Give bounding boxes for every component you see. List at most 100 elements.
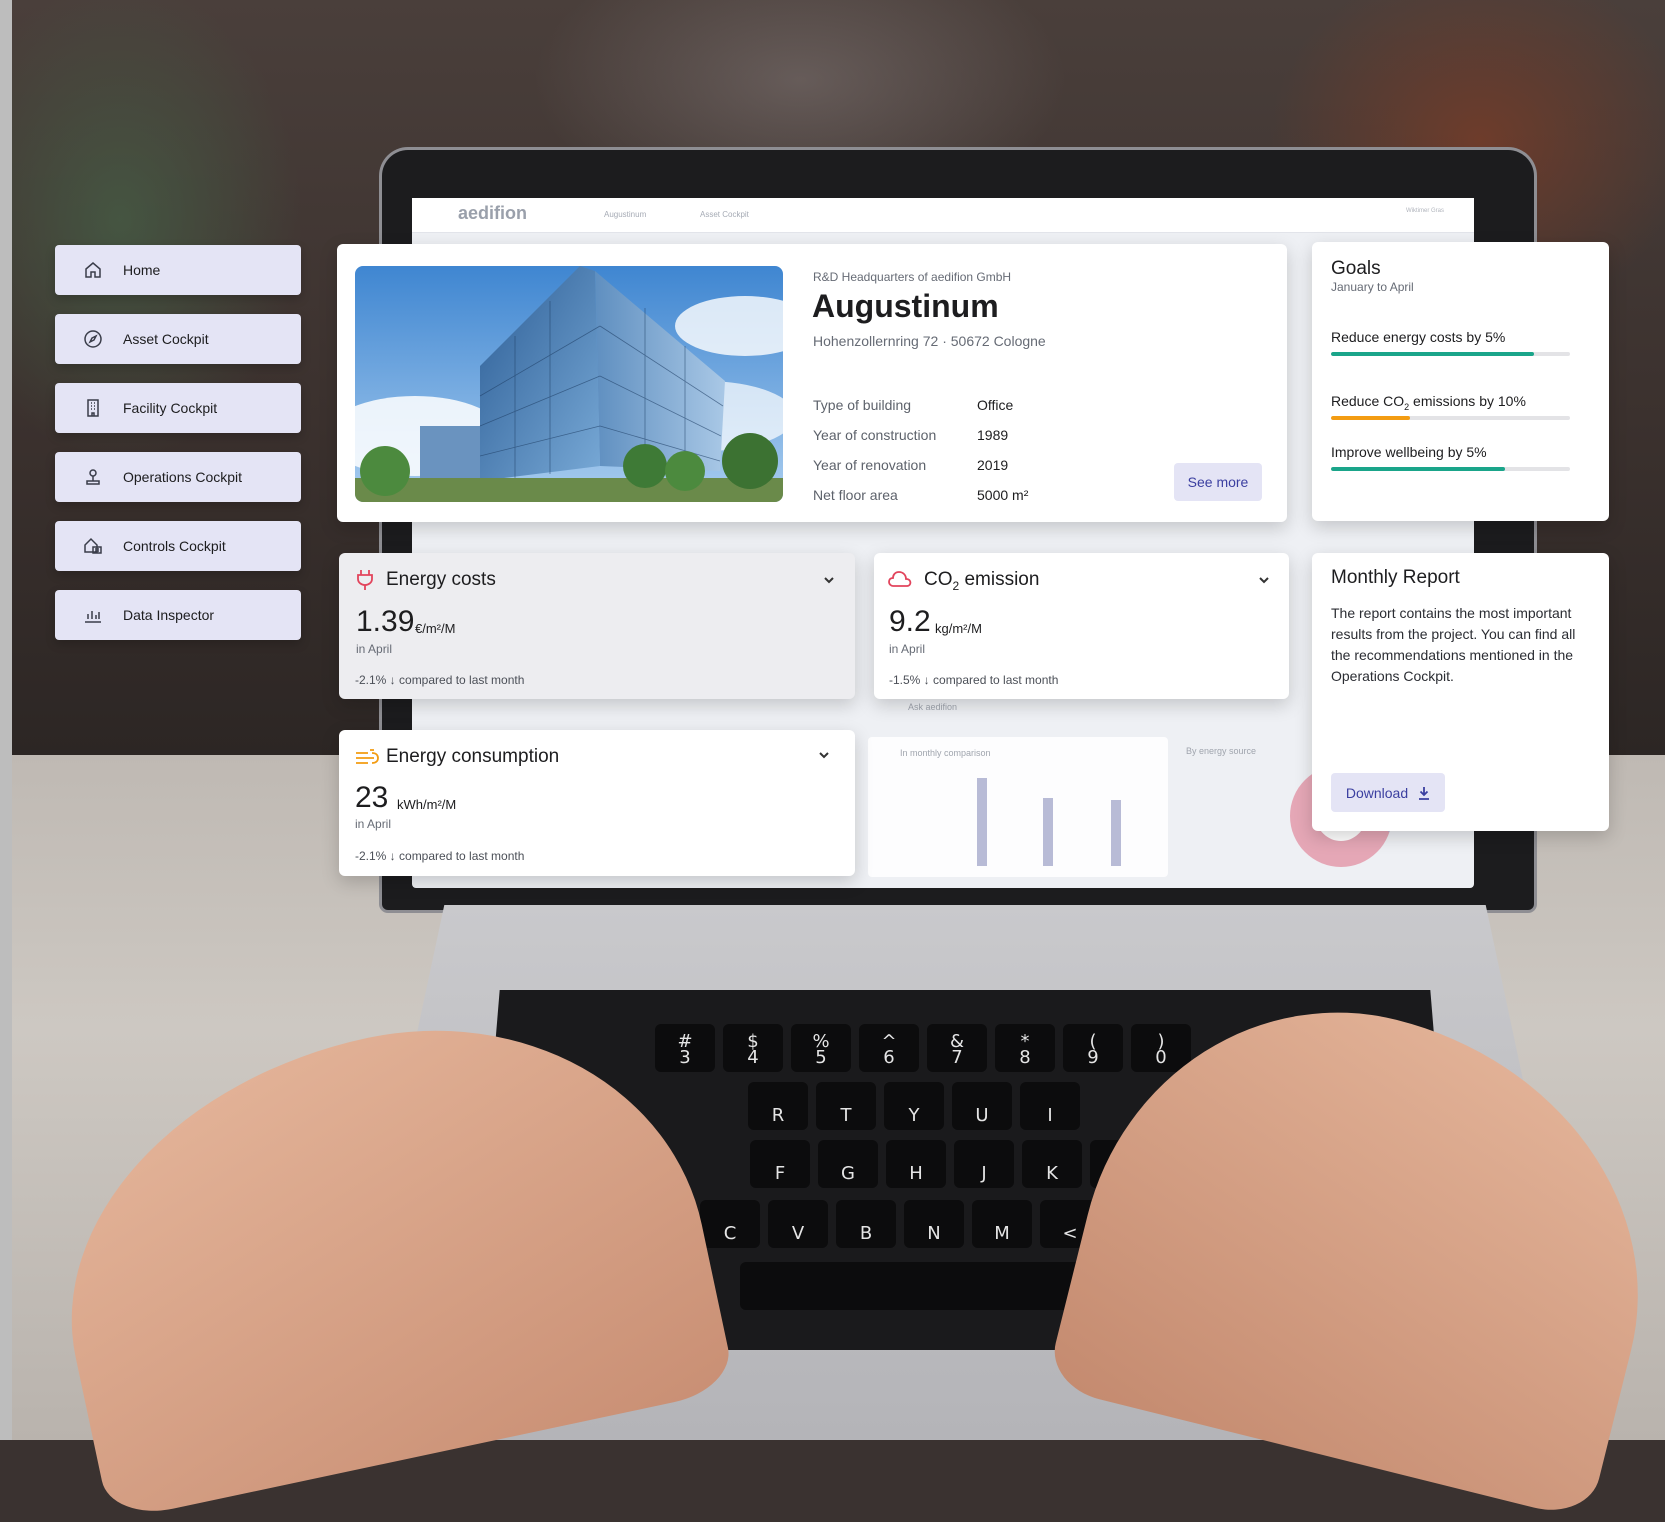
sidebar-item-operations-cockpit[interactable]: Operations Cockpit [55, 452, 301, 502]
keyboard-key: F [750, 1140, 810, 1188]
sidebar-item-data-inspector[interactable]: Data Inspector [55, 590, 301, 640]
goal-progress-track [1331, 467, 1570, 471]
goal-label: Improve wellbeing by 5% [1331, 444, 1487, 460]
keyboard-key: # 3 [655, 1024, 715, 1072]
energy-consumption-period: in April [355, 817, 392, 831]
screen-topbar [412, 198, 1474, 233]
keyboard-key: ) 0 [1131, 1024, 1191, 1072]
property-label: Net floor area [813, 487, 898, 503]
cloud-icon [887, 569, 913, 594]
sidebar-item-facility-cockpit[interactable]: Facility Cockpit [55, 383, 301, 433]
operator-icon [77, 467, 109, 487]
building-photo [355, 266, 783, 502]
keyboard-key: U [952, 1082, 1012, 1130]
building-name: Augustinum [812, 288, 999, 324]
screen-ghost-chart-title: In monthly comparison [900, 748, 991, 758]
sidebar-item-asset-cockpit[interactable]: Asset Cockpit [55, 314, 301, 364]
monthly-report-body: The report contains the most important r… [1331, 605, 1576, 684]
property-label: Type of building [813, 397, 912, 413]
screen-ghost-bar [1043, 798, 1053, 866]
building-owner: R&D Headquarters of aedifion GmbH [813, 270, 1012, 284]
keyboard-key: K [1022, 1140, 1082, 1188]
keyboard-key: Y [884, 1082, 944, 1130]
keyboard-key: * 8 [995, 1024, 1055, 1072]
keyboard-row-home: FGHJKL [750, 1140, 1150, 1188]
goal-progress-fill [1331, 467, 1506, 471]
keyboard-key: N [904, 1200, 964, 1248]
keyboard-key: H [886, 1140, 946, 1188]
goal-label: Reduce energy costs by 5% [1331, 329, 1506, 345]
screen-logo: aedifion [458, 203, 528, 223]
sidebar-item-controls-cockpit[interactable]: Controls Cockpit [55, 521, 301, 571]
screen-ghost-ask: Ask aedifion [908, 702, 958, 712]
co2-unit: kg/m²/M [935, 621, 982, 636]
compass-icon [77, 329, 109, 349]
energy-consumption-value: 23 [355, 781, 389, 814]
sidebar-item-label: Controls Cockpit [123, 538, 226, 554]
keyboard-key: I [1020, 1082, 1080, 1130]
property-label: Year of renovation [813, 457, 927, 473]
keyboard-key: V [768, 1200, 828, 1248]
keyboard-key: M [972, 1200, 1032, 1248]
screen-user-name: Wiktimer Gras [1406, 208, 1444, 214]
building-icon [77, 398, 109, 418]
controls-house-icon [77, 536, 109, 556]
goals-title: Goals [1331, 258, 1381, 279]
goal-progress-fill [1331, 352, 1535, 356]
home-icon [77, 260, 109, 280]
screen-ghost-chart [868, 737, 1168, 877]
download-icon [1418, 786, 1430, 800]
sidebar-item-home[interactable]: Home [55, 245, 301, 295]
see-more-button[interactable]: See more [1174, 463, 1262, 501]
goal-label: Reduce CO2 emissions by 10% [1331, 393, 1526, 412]
energy-consumption-trend: -2.1% ↓ compared to last month [355, 849, 525, 863]
screen-breadcrumb-page: Asset Cockpit [700, 210, 749, 219]
chevron-down-icon[interactable] [822, 573, 836, 587]
goal-progress-track [1331, 416, 1570, 420]
keyboard-key: B [836, 1200, 896, 1248]
keyboard-key: C [700, 1200, 760, 1248]
monthly-report-title: Monthly Report [1331, 567, 1460, 588]
keyboard-key: R [748, 1082, 808, 1130]
plug-icon [356, 569, 374, 596]
co2-trend: -1.5% ↓ compared to last month [889, 673, 1059, 687]
property-value: 2019 [977, 457, 1009, 473]
co2-title: CO2 emission [924, 569, 1040, 593]
sidebar-item-label: Home [123, 262, 161, 278]
download-button[interactable]: Download [1331, 773, 1445, 812]
keyboard-key: ( 9 [1063, 1024, 1123, 1072]
co2-period: in April [889, 642, 926, 656]
download-label: Download [1345, 784, 1409, 801]
sidebar-item-label: Data Inspector [123, 607, 215, 623]
property-value: Office [977, 397, 1014, 413]
goal-progress-track [1331, 352, 1570, 356]
energy-costs-trend: -2.1% ↓ compared to last month [355, 673, 525, 687]
screen-breadcrumb-building: Augustinum [604, 210, 647, 219]
chevron-down-icon[interactable] [1257, 573, 1271, 587]
energy-costs-period: in April [356, 642, 393, 656]
keyboard-key: ^ 6 [859, 1024, 919, 1072]
energy-consumption-unit: kWh/m²/M [397, 797, 457, 812]
keyboard-key: G [818, 1140, 878, 1188]
keyboard-row-numbers: # 3 $ 4% 5 ^ 6 & 7 * 8( 9) 0 [655, 1024, 1191, 1072]
sidebar-item-label: Operations Cockpit [123, 469, 243, 485]
sidebar-item-label: Facility Cockpit [123, 400, 218, 416]
keyboard-key: $ 4 [723, 1024, 783, 1072]
screen-ghost-bar [1111, 800, 1121, 866]
keyboard-key: J [954, 1140, 1014, 1188]
screen-ghost-source-title: By energy source [1186, 746, 1257, 756]
co2-value: 9.2 [889, 605, 931, 638]
keyboard-key: & 7 [927, 1024, 987, 1072]
goal-progress-fill [1331, 416, 1410, 420]
energy-flow-icon [354, 747, 380, 772]
chevron-down-icon[interactable] [817, 748, 831, 762]
energy-costs-unit: €/m²/M [415, 621, 456, 636]
energy-costs-title: Energy costs [386, 569, 496, 590]
energy-consumption-title: Energy consumption [386, 746, 560, 767]
building-address: Hohenzollernring 72 · 50672 Cologne [813, 333, 1046, 349]
goals-period: January to April [1331, 280, 1414, 294]
property-label: Year of construction [813, 427, 937, 443]
sidebar-item-label: Asset Cockpit [123, 331, 209, 347]
screen-ghost-bar [977, 778, 987, 866]
bar-chart-icon [77, 605, 109, 625]
